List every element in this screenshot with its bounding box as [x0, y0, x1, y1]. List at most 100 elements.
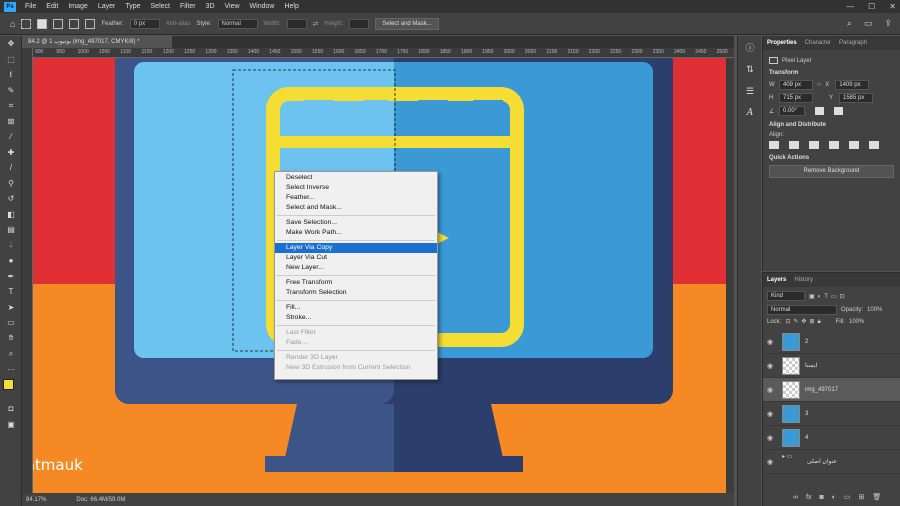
pen-tool-icon[interactable]: ✒ — [0, 269, 22, 285]
context-item-select-inverse[interactable]: Select Inverse — [275, 183, 437, 193]
tab-character[interactable]: Character — [805, 40, 831, 46]
group-icon[interactable]: ▭ — [844, 493, 851, 501]
layer-row[interactable]: ◉ 3 — [763, 402, 900, 426]
width-field[interactable]: 409 px — [779, 80, 813, 90]
zoom-tool-icon[interactable]: ⌕ — [0, 346, 22, 362]
subtract-selection-icon[interactable] — [69, 18, 80, 29]
crop-tool-icon[interactable]: ⌗ — [0, 98, 22, 114]
context-item-stroke[interactable]: Stroke... — [275, 313, 437, 323]
align-left-icon[interactable] — [769, 141, 779, 149]
style-select[interactable]: Normal — [217, 18, 258, 29]
select-and-mask-button[interactable]: Select and Mask... — [375, 17, 439, 30]
x-field[interactable]: 1409 px — [835, 80, 870, 90]
visibility-eye-icon[interactable]: ◉ — [767, 410, 777, 418]
y-field[interactable]: 1585 px — [839, 93, 873, 103]
align-top-icon[interactable] — [829, 141, 839, 149]
layer-name[interactable]: ایستا — [805, 362, 817, 369]
tab-layers[interactable]: Layers — [767, 277, 786, 283]
height-field[interactable]: 715 px — [779, 93, 813, 103]
context-item-make-work-path[interactable]: Make Work Path... — [275, 228, 437, 238]
align-right-icon[interactable] — [809, 141, 819, 149]
flip-horizontal-icon[interactable] — [815, 107, 824, 115]
context-item-layer-via-cut[interactable]: Layer Via Cut — [275, 253, 437, 263]
swap-icon[interactable]: ⇄ — [313, 20, 319, 28]
brush-tool-icon[interactable]: / — [0, 160, 22, 176]
color-swatches[interactable] — [0, 377, 22, 401]
more-tools-icon[interactable]: ··· — [0, 362, 22, 378]
document-tab[interactable]: 84.2 @ 1 یوتیوب (img_497017, CMYK/8) * — [22, 36, 172, 48]
menu-image[interactable]: Image — [63, 3, 92, 10]
home-icon[interactable]: ⌂ — [10, 19, 15, 29]
flip-vertical-icon[interactable] — [834, 107, 843, 115]
layer-name[interactable]: 3 — [805, 411, 808, 417]
tab-properties[interactable]: Properties — [767, 40, 797, 46]
menu-view[interactable]: View — [220, 3, 245, 10]
fx-icon[interactable]: fx — [806, 494, 811, 501]
quick-actions-heading[interactable]: Quick Actions — [769, 155, 894, 161]
tab-paragraph[interactable]: Paragraph — [839, 40, 867, 46]
height-input[interactable] — [349, 18, 370, 29]
context-item-select-and-mask[interactable]: Select and Mask... — [275, 203, 437, 213]
blur-tool-icon[interactable]: 💧︎ — [0, 238, 22, 254]
context-item-transform-selection[interactable]: Transform Selection — [275, 288, 437, 298]
new-selection-icon[interactable] — [37, 18, 48, 29]
quick-select-tool-icon[interactable]: ✎ — [0, 83, 22, 99]
new-layer-icon[interactable]: ⊞ — [859, 493, 865, 501]
blend-mode-select[interactable]: Normal — [767, 305, 837, 315]
align-vcenter-icon[interactable] — [849, 141, 859, 149]
menu-layer[interactable]: Layer — [93, 3, 121, 10]
transform-heading[interactable]: Transform — [769, 70, 894, 76]
antialias-checkbox[interactable]: Anti-alias — [166, 21, 191, 27]
visibility-eye-icon[interactable]: ◉ — [767, 434, 777, 442]
feather-input[interactable]: 0 px — [129, 18, 160, 29]
link-layers-icon[interactable]: ∞ — [793, 494, 798, 501]
minimize-icon[interactable]: — — [846, 0, 854, 13]
maximize-icon[interactable]: ☐ — [868, 0, 875, 13]
quick-mask-icon[interactable]: ◘ — [0, 401, 22, 417]
close-icon[interactable]: ✕ — [889, 0, 896, 13]
adjustments-icon[interactable]: ⇅ — [738, 58, 762, 80]
marquee-tool-icon[interactable] — [21, 18, 32, 29]
info-icon[interactable]: ⓘ — [738, 36, 762, 58]
visibility-eye-icon[interactable]: ◉ — [767, 338, 777, 346]
tab-history[interactable]: History — [794, 277, 813, 283]
filter-icons[interactable]: ▣◐T▭⊡ — [809, 293, 848, 300]
remove-background-button[interactable]: Remove Background — [769, 165, 894, 178]
path-select-tool-icon[interactable]: ➤ — [0, 300, 22, 316]
marquee-tool-icon[interactable]: ⬚ — [0, 52, 22, 68]
delete-layer-icon[interactable]: 🗑︎ — [872, 493, 881, 501]
layer-row[interactable]: ◉ img_497017 — [763, 378, 900, 402]
workspace-icon[interactable]: ▭ — [864, 18, 873, 29]
menu-file[interactable]: File — [20, 3, 41, 10]
eyedropper-tool-icon[interactable]: ⁄ — [0, 129, 22, 145]
layer-name[interactable]: 2 — [805, 339, 808, 345]
vertical-scrollbar[interactable] — [726, 58, 734, 493]
angle-field[interactable]: 0.00° — [779, 106, 805, 116]
gradient-tool-icon[interactable]: ▤ — [0, 222, 22, 238]
align-heading[interactable]: Align and Distribute — [769, 122, 894, 128]
align-bottom-icon[interactable] — [869, 141, 879, 149]
menu-select[interactable]: Select — [146, 3, 175, 10]
layer-name[interactable]: عنوان اصلی — [807, 458, 837, 465]
dodge-tool-icon[interactable]: ● — [0, 253, 22, 269]
fill-value[interactable]: 100% — [849, 319, 864, 325]
zoom-level[interactable]: 84.17% — [26, 497, 46, 503]
character-icon[interactable]: A — [738, 102, 762, 124]
shape-tool-icon[interactable]: ▭ — [0, 315, 22, 331]
properties-icon[interactable]: ☰ — [738, 80, 762, 102]
adjustment-layer-icon[interactable]: ◐ — [832, 494, 836, 501]
visibility-eye-icon[interactable]: ◉ — [767, 386, 777, 394]
menu-3d[interactable]: 3D — [201, 3, 220, 10]
context-item-new-layer[interactable]: New Layer... — [275, 263, 437, 273]
menu-filter[interactable]: Filter — [175, 3, 201, 10]
layer-kind-filter[interactable]: Kind — [767, 291, 805, 301]
screen-mode-icon[interactable]: ▣ — [0, 417, 22, 433]
frame-tool-icon[interactable]: ⊠ — [0, 114, 22, 130]
layer-row[interactable]: ◉ ▸ ▭ عنوان اصلی — [763, 450, 900, 474]
link-icon[interactable]: ∞ — [817, 82, 821, 88]
layer-row[interactable]: ◉ 4 — [763, 426, 900, 450]
visibility-eye-icon[interactable]: ◉ — [767, 458, 777, 466]
history-brush-icon[interactable]: ↺ — [0, 191, 22, 207]
search-icon[interactable]: ⌕ — [847, 18, 852, 29]
stamp-tool-icon[interactable]: ⚲ — [0, 176, 22, 192]
